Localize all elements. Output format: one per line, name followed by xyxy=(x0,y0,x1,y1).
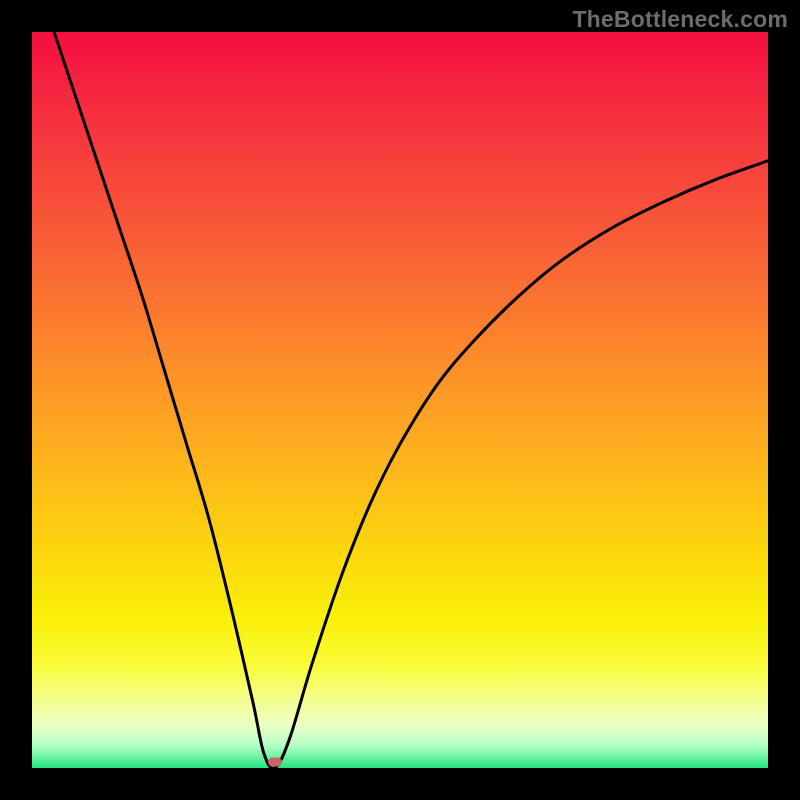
bottleneck-curve xyxy=(54,32,768,768)
chart-frame: TheBottleneck.com xyxy=(0,0,800,800)
curve-svg xyxy=(32,32,768,768)
minimum-marker xyxy=(268,758,282,767)
watermark-text: TheBottleneck.com xyxy=(572,6,788,33)
plot-area xyxy=(32,32,768,768)
